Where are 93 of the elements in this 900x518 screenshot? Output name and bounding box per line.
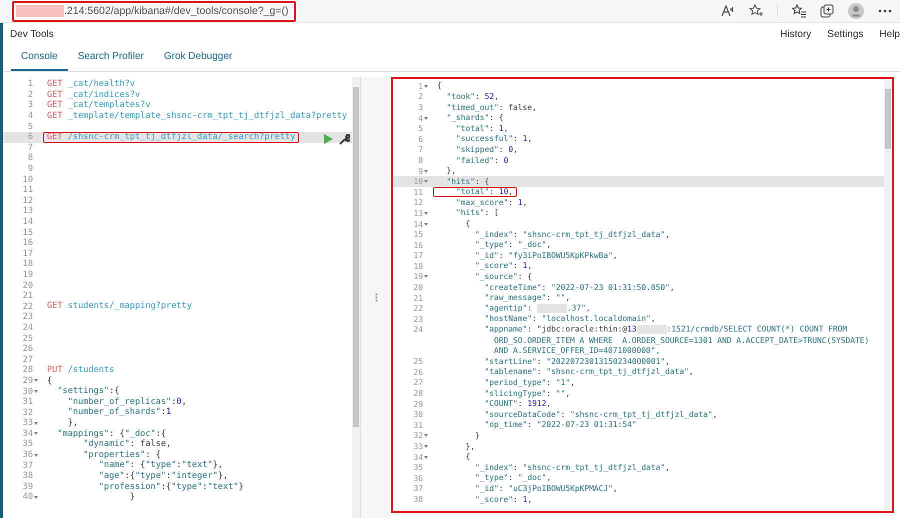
line-number: 29 (22, 376, 33, 386)
line-number: 35 (22, 439, 33, 450)
collections-icon[interactable] (820, 4, 834, 18)
header-link[interactable]: Help (879, 28, 900, 40)
line-number: 34 (22, 428, 33, 439)
line-number: 37 (22, 460, 33, 471)
line-number: 9 (28, 164, 33, 174)
line-number: 8 (28, 153, 33, 164)
fold-icon[interactable] (424, 180, 428, 184)
line-number: 2 (28, 90, 33, 100)
code-line: "settings":{ (56, 386, 120, 397)
code-line: "mappings": {"_doc":{ (56, 428, 168, 439)
line-number: 10 (22, 174, 33, 185)
read-aloud-icon[interactable] (721, 5, 735, 17)
code-line: "properties": { (82, 450, 162, 460)
code-line: "number_of_replicas":0, (66, 396, 188, 408)
line-number: 7 (28, 142, 33, 153)
header-link[interactable]: History (780, 28, 812, 40)
line-number: 1 (28, 79, 33, 90)
fold-icon[interactable] (34, 432, 38, 436)
line-number: 13 (22, 206, 33, 216)
line-number: 19 (22, 270, 33, 280)
line-number: 33 (22, 418, 33, 428)
tab[interactable]: Search Profiler (68, 44, 154, 71)
code-line: "profession":{"type":"text"} (98, 482, 245, 492)
fold-icon[interactable] (424, 84, 428, 88)
code-line: GET _cat/templates?v (46, 100, 152, 111)
fold-icon[interactable] (34, 454, 38, 457)
code-line: "dynamic": false, (82, 439, 172, 450)
tab[interactable]: Console (11, 44, 68, 71)
line-number: 30 (22, 386, 33, 397)
fold-icon[interactable] (424, 275, 428, 278)
code-line: GET students/_mapping?pretty (46, 301, 193, 312)
code-line: } (128, 492, 136, 503)
fold-icon[interactable] (34, 379, 38, 382)
scrollbar[interactable] (352, 77, 360, 518)
scrollbar[interactable] (884, 79, 892, 511)
star-plus-icon[interactable] (749, 4, 763, 18)
line-number: 6 (28, 132, 33, 142)
play-icon[interactable] (324, 134, 333, 144)
line-number: 4 (28, 111, 33, 122)
fold-icon[interactable] (424, 212, 428, 215)
line-number: 14 (22, 217, 33, 228)
line-number: 12 (22, 196, 33, 206)
line-number: 25 (22, 334, 33, 344)
code-line: "name": {"type":"text"}, (98, 460, 224, 471)
fold-icon[interactable] (424, 222, 428, 226)
more-icon[interactable] (878, 9, 892, 13)
fold-icon[interactable] (424, 170, 428, 173)
code-line: GET _cat/indices?v (46, 90, 142, 100)
tab[interactable]: Grok Debugger (154, 44, 242, 71)
line-number: 31 (22, 397, 33, 408)
line-number: 23 (22, 312, 33, 322)
line-number: 28 (22, 365, 33, 376)
code-line: }, (66, 418, 80, 429)
line-number: 5 (28, 122, 33, 132)
line-number: 15 (22, 228, 33, 238)
line-number: 39 (22, 482, 33, 492)
line-number: 22 (22, 302, 33, 312)
code-line: GET _cat/health?v (46, 79, 136, 90)
address-field[interactable]: .214:5602/app/kibana#/dev_tools/console?_g=() (12, 0, 296, 22)
code-line: "age":{"type":"integer"}, (98, 470, 230, 482)
code-line: "number_of_shards":1 (66, 407, 172, 418)
fold-icon[interactable] (34, 422, 38, 425)
fold-icon[interactable] (424, 116, 428, 120)
code-line: PUT /students (46, 365, 116, 376)
favorites-icon[interactable] (792, 4, 806, 18)
fold-icon[interactable] (34, 390, 38, 394)
resize-handle-icon[interactable] (374, 293, 378, 302)
code-line: GET _template/template_shsnc-crm_tpt_tj_dtfjzl_data?pretty (46, 110, 348, 122)
line-number: 24 (22, 322, 33, 333)
line-number: 3 (28, 100, 33, 110)
line-number: 38 (22, 471, 33, 482)
line-number: 11 (22, 185, 33, 196)
line-number: 17 (22, 248, 33, 259)
line-number: 26 (22, 344, 33, 354)
line-number: 36 (22, 450, 33, 460)
line-number: 27 (22, 354, 33, 365)
fold-icon[interactable] (424, 434, 428, 438)
code-line: { (46, 376, 54, 386)
avatar-icon[interactable] (848, 3, 864, 19)
line-number: 16 (22, 238, 33, 248)
line-number: 21 (22, 291, 33, 302)
line-number: 32 (22, 408, 33, 418)
line-number: 18 (22, 259, 33, 270)
line-number: 20 (22, 280, 33, 291)
fold-icon[interactable] (424, 456, 428, 459)
fold-icon[interactable] (424, 444, 428, 448)
fold-icon[interactable] (34, 496, 38, 499)
header-link[interactable]: Settings (827, 28, 864, 40)
page-title: Dev Tools (10, 28, 54, 40)
line-number: 40 (22, 492, 33, 502)
wrench-icon[interactable] (339, 134, 350, 145)
